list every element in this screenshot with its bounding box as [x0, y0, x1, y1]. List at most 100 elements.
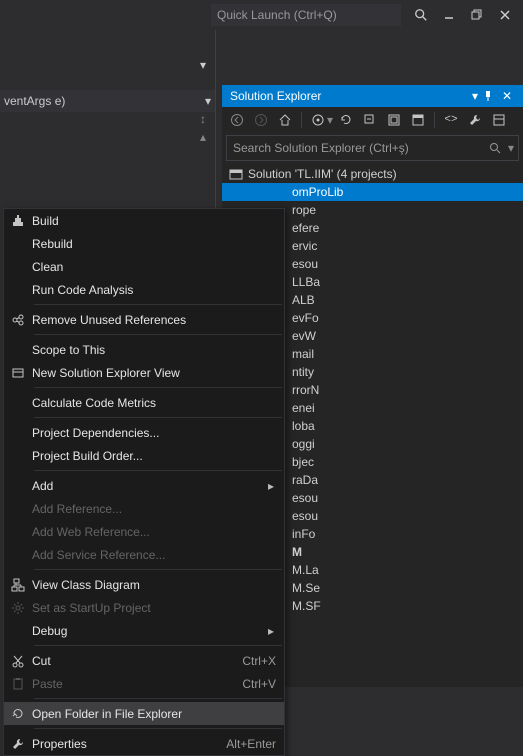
menu-item-build[interactable]: Build	[4, 209, 284, 232]
restore-button[interactable]	[463, 4, 491, 26]
collapse-all-icon[interactable]	[359, 109, 381, 131]
menu-item-add-service-reference: Add Service Reference...	[4, 543, 284, 566]
open-icon	[4, 707, 32, 721]
menu-item-add-reference: Add Reference...	[4, 497, 284, 520]
menu-item-label: Add Reference...	[32, 502, 284, 516]
chevron-right-icon: ▸	[268, 479, 284, 493]
wrench-icon	[4, 737, 32, 751]
menu-item-label: Rebuild	[32, 237, 284, 251]
pin-icon[interactable]	[483, 91, 499, 101]
solution-icon	[228, 167, 244, 181]
menu-item-scope-to-this[interactable]: Scope to This	[4, 338, 284, 361]
menu-item-project-dependencies[interactable]: Project Dependencies...	[4, 421, 284, 444]
menu-item-label: Add Service Reference...	[32, 548, 284, 562]
menu-item-label: Add	[32, 479, 268, 493]
newview-icon	[4, 366, 32, 380]
menu-separator	[34, 304, 282, 305]
menu-item-new-solution-explorer-view[interactable]: New Solution Explorer View	[4, 361, 284, 384]
menu-item-rebuild[interactable]: Rebuild	[4, 232, 284, 255]
menu-item-properties[interactable]: PropertiesAlt+Enter	[4, 732, 284, 755]
quick-launch-input[interactable]: Quick Launch (Ctrl+Q)	[211, 4, 401, 26]
menu-separator	[34, 470, 282, 471]
menu-item-label: Build	[32, 214, 284, 228]
menu-item-label: Add Web Reference...	[32, 525, 284, 539]
menu-item-label: Remove Unused References	[32, 313, 284, 327]
panel-title-bar[interactable]: Solution Explorer ▾ ✕	[222, 85, 523, 107]
paste-icon	[4, 677, 32, 691]
menu-item-run-code-analysis[interactable]: Run Code Analysis	[4, 278, 284, 301]
menu-separator	[34, 569, 282, 570]
title-bar: Quick Launch (Ctrl+Q)	[0, 0, 523, 30]
menu-item-label: Debug	[32, 624, 268, 638]
menu-item-add-web-reference: Add Web Reference...	[4, 520, 284, 543]
menu-item-label: Run Code Analysis	[32, 283, 284, 297]
minimize-button[interactable]	[435, 4, 463, 26]
menu-item-open-folder-in-file-explorer[interactable]: Open Folder in File Explorer	[4, 702, 284, 725]
menu-item-label: Project Build Order...	[32, 449, 284, 463]
wrench-icon[interactable]	[464, 109, 486, 131]
menu-item-label: Project Dependencies...	[32, 426, 284, 440]
menu-item-label: Scope to This	[32, 343, 284, 357]
code-icon[interactable]: <>	[440, 109, 462, 131]
chevron-down-icon[interactable]: ▾	[205, 94, 211, 108]
menu-item-cut[interactable]: CutCtrl+X	[4, 649, 284, 672]
gear-icon	[4, 601, 32, 615]
properties-icon[interactable]	[488, 109, 510, 131]
chevron-down-icon[interactable]: ▾	[467, 89, 483, 103]
menu-item-label: View Class Diagram	[32, 578, 284, 592]
menu-item-remove-unused-references[interactable]: Remove Unused References	[4, 308, 284, 331]
menu-item-label: Open Folder in File Explorer	[32, 707, 284, 721]
close-icon[interactable]: ✕	[499, 89, 515, 103]
menu-shortcut: Ctrl+V	[242, 677, 284, 691]
panel-title: Solution Explorer	[230, 89, 321, 103]
build-icon	[4, 214, 32, 228]
menu-item-label: Calculate Code Metrics	[32, 396, 284, 410]
code-breadcrumb[interactable]: ventArgs e) ▾	[0, 90, 215, 112]
chevron-right-icon: ▸	[268, 624, 284, 638]
chevron-down-icon[interactable]: ▾	[508, 141, 518, 155]
menu-item-set-as-startup-project: Set as StartUp Project	[4, 596, 284, 619]
menu-separator	[34, 417, 282, 418]
scroll-up-icon[interactable]: ▴	[200, 130, 206, 144]
menu-item-label: Paste	[32, 677, 242, 691]
menu-shortcut: Ctrl+X	[242, 654, 284, 668]
menu-separator	[34, 698, 282, 699]
cut-icon	[4, 654, 32, 668]
menu-shortcut: Alt+Enter	[226, 737, 284, 751]
menu-separator	[34, 334, 282, 335]
split-icon[interactable]: ↕	[200, 112, 206, 126]
search-icon[interactable]	[484, 137, 508, 159]
menu-item-calculate-code-metrics[interactable]: Calculate Code Metrics	[4, 391, 284, 414]
menu-separator	[34, 645, 282, 646]
close-button[interactable]	[491, 4, 519, 26]
refs-icon	[4, 313, 32, 327]
menu-item-label: Set as StartUp Project	[32, 601, 284, 615]
forward-icon[interactable]	[250, 109, 272, 131]
solution-node[interactable]: Solution 'TL.IIM' (4 projects)	[222, 165, 523, 183]
menu-item-view-class-diagram[interactable]: View Class Diagram	[4, 573, 284, 596]
menu-separator	[34, 387, 282, 388]
quick-launch-placeholder: Quick Launch (Ctrl+Q)	[217, 8, 337, 22]
menu-separator	[34, 728, 282, 729]
menu-item-paste: PasteCtrl+V	[4, 672, 284, 695]
menu-item-debug[interactable]: Debug▸	[4, 619, 284, 642]
menu-item-clean[interactable]: Clean	[4, 255, 284, 278]
home-icon[interactable]	[274, 109, 296, 131]
show-all-icon[interactable]	[383, 109, 405, 131]
refresh-icon[interactable]	[335, 109, 357, 131]
menu-item-label: Cut	[32, 654, 242, 668]
search-input[interactable]: Search Solution Explorer (Ctrl+ş) ▾	[226, 135, 519, 161]
project-context-menu: Build Rebuild Clean Run Code Analysis Remove…	[3, 208, 285, 756]
class-icon	[4, 578, 32, 592]
search-icon[interactable]	[407, 4, 435, 26]
preview-icon[interactable]	[407, 109, 429, 131]
menu-item-label: Properties	[32, 737, 226, 751]
menu-item-label: New Solution Explorer View	[32, 366, 284, 380]
project-node-selected[interactable]: omProLib	[222, 183, 523, 201]
menu-item-project-build-order[interactable]: Project Build Order...	[4, 444, 284, 467]
sync-icon[interactable]	[307, 109, 329, 131]
menu-item-add[interactable]: Add▸	[4, 474, 284, 497]
menu-item-label: Clean	[32, 260, 284, 274]
back-icon[interactable]	[226, 109, 248, 131]
chevron-down-icon[interactable]: ▾	[327, 113, 333, 127]
